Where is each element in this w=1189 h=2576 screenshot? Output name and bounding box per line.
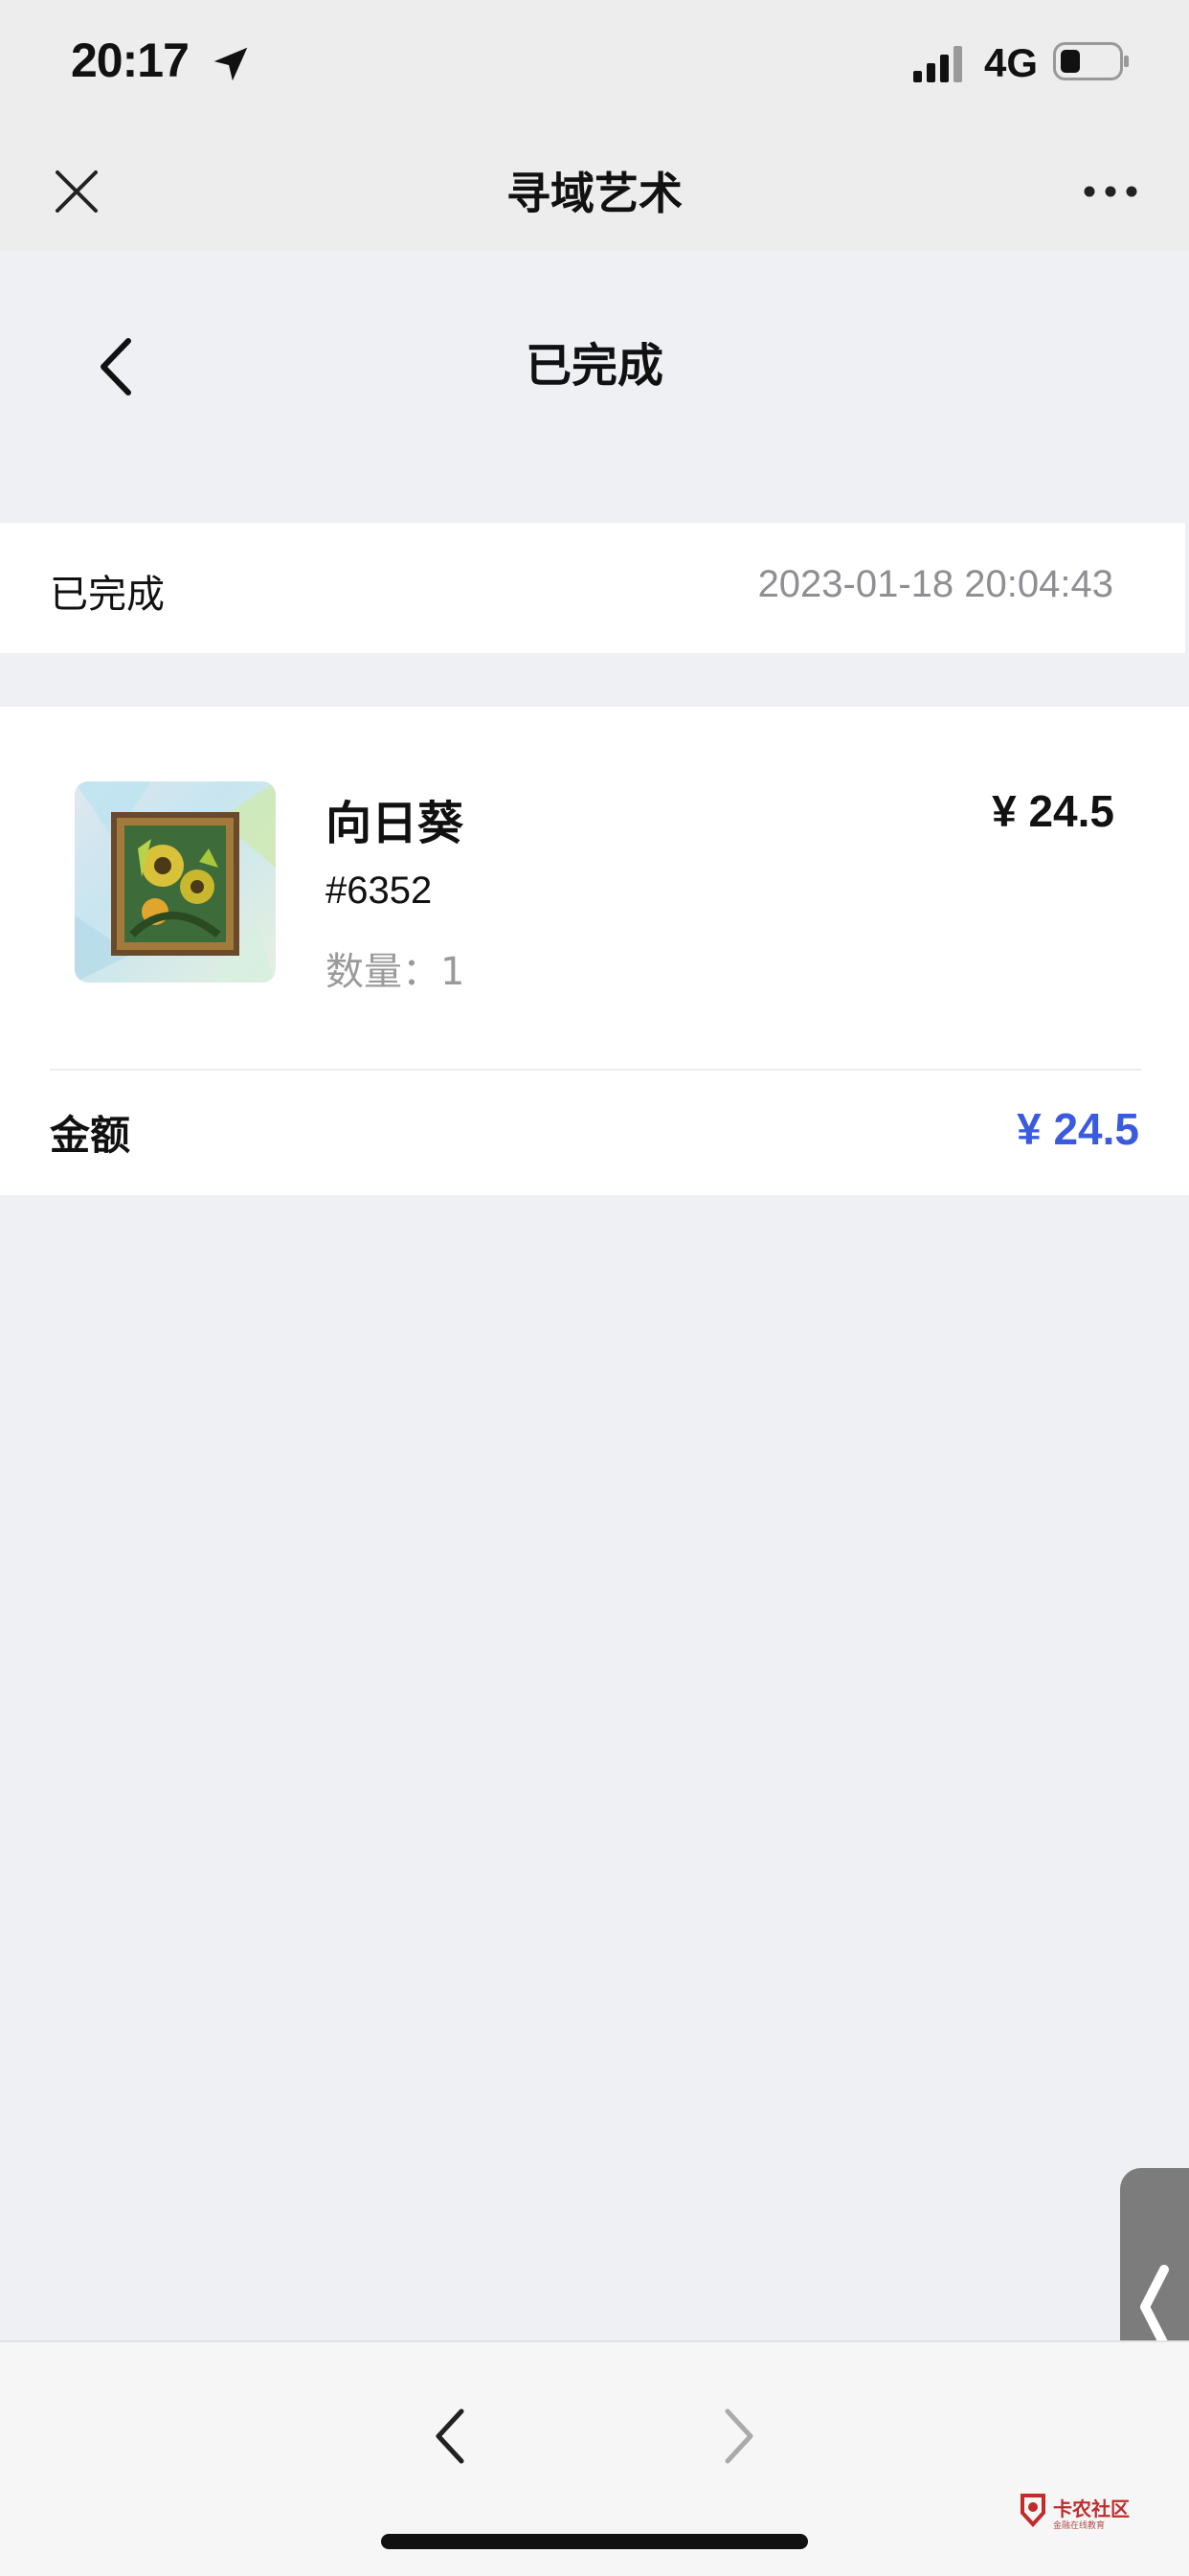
order-status-row: 已完成 2023-01-18 20:04:43	[0, 523, 1185, 653]
watermark-text: 卡农社区	[1053, 2497, 1130, 2520]
page-title: 已完成	[525, 339, 663, 393]
location-arrow-icon	[213, 47, 248, 81]
more-icon[interactable]	[1082, 182, 1139, 201]
order-status-label: 已完成	[50, 573, 165, 617]
status-bar: 20:17 4G	[0, 0, 1189, 126]
page-header: 已完成	[0, 251, 1189, 523]
forward-icon[interactable]	[720, 2406, 758, 2467]
home-indicator[interactable]	[381, 2534, 808, 2549]
chevron-left-icon	[1140, 2265, 1169, 2349]
amount-value: ¥ 24.5	[1017, 1104, 1139, 1154]
item-quantity: 数量：1	[325, 950, 465, 994]
network-type: 4G	[984, 40, 1039, 85]
sunflower-painting-image	[75, 781, 276, 983]
nav-bar: 寻域艺术	[0, 126, 1189, 251]
divider	[50, 1069, 1141, 1071]
watermark-subtext: 金融在线教育	[1053, 2521, 1106, 2531]
cellular-signal-icon	[913, 46, 962, 82]
battery-icon	[1053, 42, 1129, 80]
order-card: 向日葵 ¥ 24.5 #6352 数量：1 金额 ¥ 24.5	[0, 707, 1189, 1195]
back-icon[interactable]	[431, 2406, 469, 2467]
status-time: 20:17	[71, 34, 190, 87]
watermark-logo: 卡农社区 金融在线教育	[1017, 2492, 1141, 2534]
order-datetime: 2023-01-18 20:04:43	[757, 563, 1113, 605]
app-title: 寻域艺术	[506, 168, 683, 219]
item-id: #6352	[325, 870, 433, 912]
item-price: ¥ 24.5	[992, 786, 1114, 836]
bottom-nav-bar: 卡农社区 金融在线教育	[0, 2340, 1189, 2576]
item-name: 向日葵	[325, 797, 464, 850]
amount-label: 金额	[50, 1112, 131, 1159]
watermark-icon	[1021, 2494, 1045, 2527]
artwork-thumbnail[interactable]	[75, 781, 276, 983]
